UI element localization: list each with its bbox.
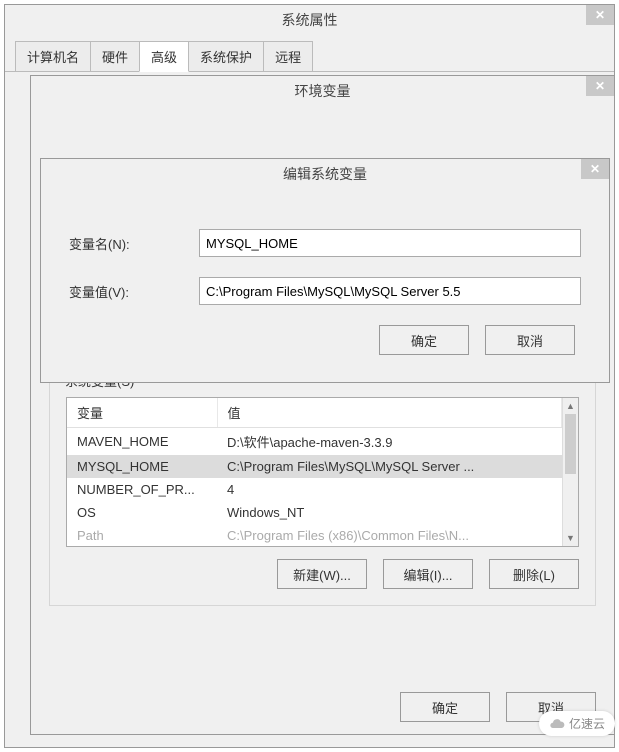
cell-name: MYSQL_HOME [67, 455, 217, 478]
tab-remote[interactable]: 远程 [263, 41, 313, 71]
cell-name: NUMBER_OF_PR... [67, 478, 217, 501]
edit-var-title: 编辑系统变量 [49, 164, 601, 184]
system-variables-group: 系统变量(S) 变量 值 MAVEN_HOMED:\软件\apache-mave… [49, 380, 596, 606]
tab-hardware[interactable]: 硬件 [90, 41, 140, 71]
close-icon[interactable] [586, 76, 614, 96]
edit-cancel-button[interactable]: 取消 [485, 325, 575, 355]
variable-name-input[interactable] [199, 229, 581, 257]
system-properties-tabs: 计算机名 硬件 高级 系统保护 远程 [5, 35, 614, 72]
scroll-thumb[interactable] [565, 414, 576, 474]
cloud-icon [549, 716, 565, 732]
watermark-text: 亿速云 [569, 715, 605, 732]
env-vars-titlebar: 环境变量 [31, 76, 614, 106]
cell-name: Path [67, 524, 217, 547]
tab-advanced[interactable]: 高级 [139, 41, 189, 72]
new-button[interactable]: 新建(W)... [277, 559, 367, 589]
delete-button[interactable]: 删除(L) [489, 559, 579, 589]
cell-name: OS [67, 501, 217, 524]
scroll-up-icon[interactable]: ▲ [563, 398, 578, 414]
close-icon[interactable] [581, 159, 609, 179]
system-variables-table: 变量 值 MAVEN_HOMED:\软件\apache-maven-3.3.9M… [66, 397, 579, 547]
cell-value: Windows_NT [217, 501, 562, 524]
table-row[interactable]: NUMBER_OF_PR...4 [67, 478, 562, 501]
variable-name-label: 变量名(N): [69, 234, 199, 253]
cell-value: D:\软件\apache-maven-3.3.9 [217, 428, 562, 456]
system-properties-title: 系统属性 [13, 10, 606, 30]
cell-value: C:\Program Files\MySQL\MySQL Server ... [217, 455, 562, 478]
edit-var-body: 变量名(N): 变量值(V): 确定 取消 [41, 189, 609, 382]
env-vars-title: 环境变量 [39, 81, 606, 101]
env-ok-button[interactable]: 确定 [400, 692, 490, 722]
edit-ok-button[interactable]: 确定 [379, 325, 469, 355]
column-value[interactable]: 值 [217, 398, 562, 428]
edit-var-titlebar: 编辑系统变量 [41, 159, 609, 189]
table-row[interactable]: MAVEN_HOMED:\软件\apache-maven-3.3.9 [67, 428, 562, 456]
variable-value-input[interactable] [199, 277, 581, 305]
system-properties-titlebar: 系统属性 [5, 5, 614, 35]
cell-value: C:\Program Files (x86)\Common Files\N... [217, 524, 562, 547]
scrollbar[interactable]: ▲ ▼ [562, 398, 578, 546]
cell-name: MAVEN_HOME [67, 428, 217, 456]
close-icon[interactable] [586, 5, 614, 25]
cell-value: 4 [217, 478, 562, 501]
tab-system-protection[interactable]: 系统保护 [188, 41, 264, 71]
variable-value-label: 变量值(V): [69, 282, 199, 301]
edit-button[interactable]: 编辑(I)... [383, 559, 473, 589]
tab-computer-name[interactable]: 计算机名 [15, 41, 91, 71]
table-row[interactable]: PathC:\Program Files (x86)\Common Files\… [67, 524, 562, 547]
column-name[interactable]: 变量 [67, 398, 217, 428]
table-row[interactable]: OSWindows_NT [67, 501, 562, 524]
scroll-track[interactable] [563, 414, 578, 530]
table-row[interactable]: MYSQL_HOMEC:\Program Files\MySQL\MySQL S… [67, 455, 562, 478]
edit-system-variable-window: 编辑系统变量 变量名(N): 变量值(V): 确定 取消 [40, 158, 610, 383]
watermark: 亿速云 [539, 711, 615, 736]
scroll-down-icon[interactable]: ▼ [563, 530, 578, 546]
